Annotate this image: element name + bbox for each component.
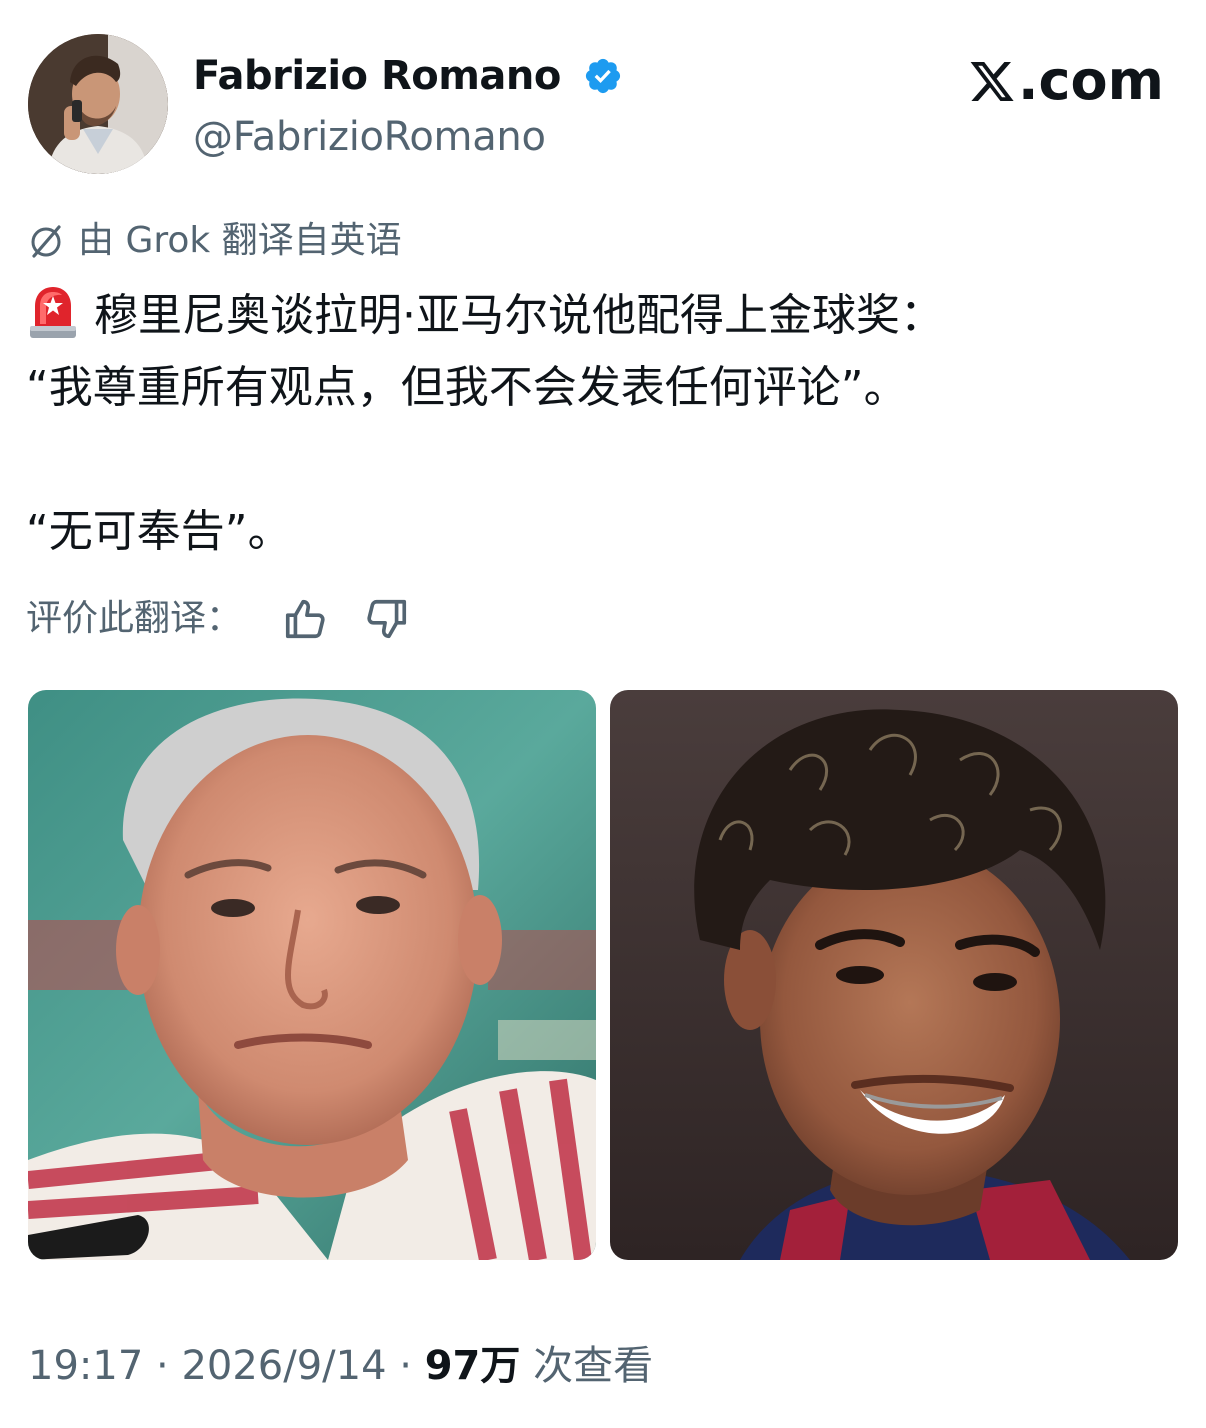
meta-separator: · [386, 1343, 425, 1389]
avatar-image [28, 34, 168, 174]
author-handle[interactable]: @FabrizioRomano [193, 113, 546, 161]
rotating-light-icon [30, 287, 76, 338]
verified-badge-icon [585, 58, 621, 94]
author-display-name[interactable]: Fabrizio Romano [193, 52, 561, 100]
tweet-line-3: “无可奉告”。 [26, 506, 292, 557]
brand-label: .com [1018, 49, 1164, 112]
tweet-date[interactable]: 2026/9/14 [181, 1343, 386, 1389]
rate-translation-label: 评价此翻译： [26, 598, 243, 639]
translation-notice-text: 由 Grok 翻译自英语 [78, 220, 402, 261]
media-photo-left-image [28, 690, 596, 1260]
media-photo-right[interactable] [610, 690, 1178, 1260]
thumbs-down-icon[interactable] [364, 596, 410, 642]
rate-translation: 评价此翻译： [26, 594, 410, 644]
views-count[interactable]: 97万 [425, 1343, 521, 1389]
tweet-text: 穆里尼奥谈拉明·亚马尔说他配得上金球奖： “我尊重所有观点，但我不会发表任何评论… [26, 280, 1176, 568]
tweet-line-1: 穆里尼奥谈拉明·亚马尔说他配得上金球奖： [26, 280, 1176, 352]
translation-notice[interactable]: 由 Grok 翻译自英语 [26, 218, 402, 264]
meta-separator: · [143, 1343, 182, 1389]
media-photo-left[interactable] [28, 690, 596, 1260]
tweet-line-1-text: 穆里尼奥谈拉明·亚马尔说他配得上金球奖： [94, 290, 944, 341]
tweet-line-2: “我尊重所有观点，但我不会发表任何评论”。 [26, 362, 908, 413]
grok-icon [31, 225, 61, 258]
x-logo-icon [970, 62, 1014, 101]
media-photo-right-image [610, 690, 1178, 1260]
thumbs-up-icon[interactable] [282, 596, 328, 642]
views-label: 次查看 [520, 1343, 654, 1389]
tweet-meta: 19:17 · 2026/9/14 · 97万 次查看 [28, 1340, 653, 1392]
avatar[interactable] [28, 34, 168, 174]
tweet-time[interactable]: 19:17 [28, 1343, 143, 1389]
brand-logo: .com [968, 50, 1164, 112]
